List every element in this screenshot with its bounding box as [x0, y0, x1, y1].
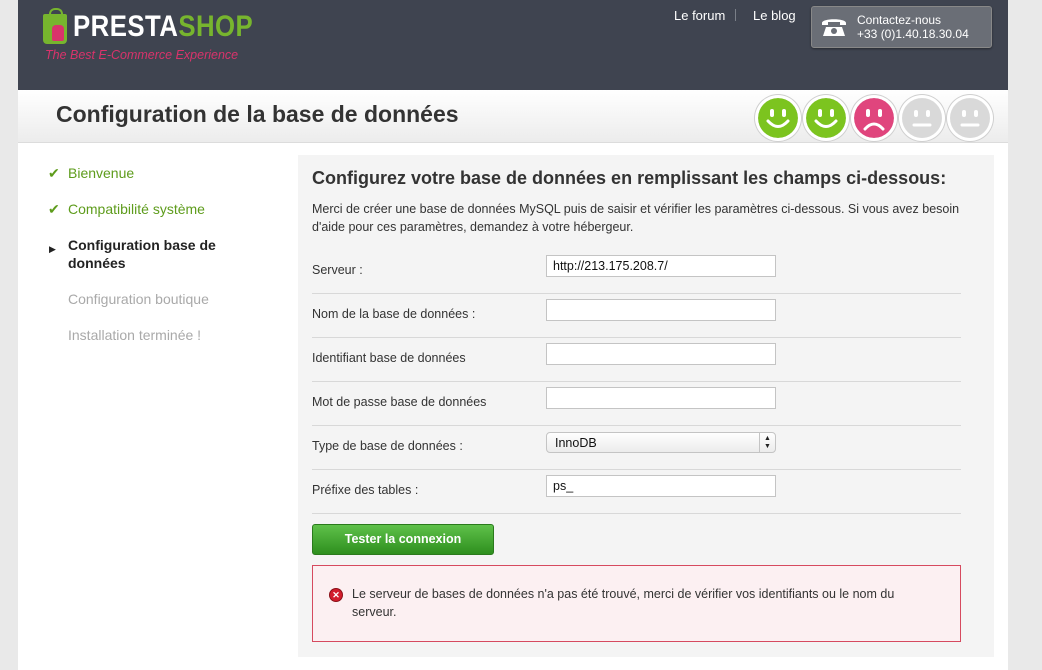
db-name-input[interactable] [546, 299, 776, 321]
table-prefix-row: Préfixe des tables : [312, 469, 961, 514]
server-label: Serveur : [312, 263, 363, 277]
db-type-row: Type de base de données : InnoDB ▲ ▼ [312, 425, 961, 470]
db-type-selected-value: InnoDB [555, 436, 597, 450]
step-label: Bienvenue [68, 165, 135, 181]
panel-description: Merci de créer une base de données MySQL… [312, 202, 960, 234]
table-prefix-input[interactable] [546, 475, 776, 497]
error-message-box: ✕ Le serveur de bases de données n'a pas… [312, 565, 961, 642]
page-title: Configuration de la base de données [56, 101, 459, 127]
checkmark-icon: ✔ [48, 201, 60, 217]
error-message-text: Le serveur de bases de données n'a pas é… [352, 587, 895, 619]
header: PRESTASHOP The Best E-Commerce Experienc… [18, 0, 1008, 90]
nav-link-blog[interactable]: Le blog [753, 8, 796, 23]
db-name-label: Nom de la base de données : [312, 307, 476, 321]
table-prefix-label: Préfixe des tables : [312, 483, 419, 497]
logo-tagline: The Best E-Commerce Experience [45, 48, 239, 62]
db-password-input[interactable] [546, 387, 776, 409]
neutral-face-icon [950, 98, 990, 138]
db-password-row: Mot de passe base de données [312, 381, 961, 426]
contact-button[interactable]: Contactez-nous +33 (0)1.40.18.30.04 [811, 6, 992, 48]
step-label: Compatibilité système [68, 201, 205, 217]
db-name-row: Nom de la base de données : [312, 293, 961, 338]
test-connection-button[interactable]: Tester la connexion [312, 524, 494, 555]
sad-face-icon [854, 98, 894, 138]
select-arrows-icon: ▲ ▼ [759, 433, 775, 452]
checkmark-icon: ✔ [48, 165, 60, 181]
nav-separator [735, 9, 736, 21]
db-user-row: Identifiant base de données [312, 337, 961, 382]
contact-phone-number: +33 (0)1.40.18.30.04 [857, 27, 969, 41]
title-bar: Configuration de la base de données [18, 90, 1008, 143]
current-step-arrow-icon: ▶ [49, 244, 56, 254]
installer-page: PRESTASHOP The Best E-Commerce Experienc… [18, 0, 1008, 670]
database-config-panel: Configurez votre base de données en remp… [298, 155, 994, 657]
server-input[interactable] [546, 255, 776, 277]
db-type-select[interactable]: InnoDB ▲ ▼ [546, 432, 776, 453]
db-user-input[interactable] [546, 343, 776, 365]
step-label: Installation terminée ! [68, 327, 202, 343]
step-label: Configuration boutique [68, 291, 209, 307]
contact-label: Contactez-nous [857, 13, 942, 27]
nav-link-forum[interactable]: Le forum [674, 8, 725, 23]
hand-cursor-icon [52, 25, 64, 41]
db-user-label: Identifiant base de données [312, 351, 466, 365]
logo-wordmark: PRESTASHOP [73, 10, 254, 43]
happy-face-icon [806, 98, 846, 138]
error-icon: ✕ [330, 589, 342, 601]
step-label: Configuration base de données [68, 237, 216, 271]
server-row: Serveur : [312, 249, 961, 294]
telephone-icon [822, 19, 846, 36]
neutral-face-icon [902, 98, 942, 138]
panel-heading: Configurez votre base de données en remp… [312, 168, 947, 188]
prestashop-logo[interactable]: PRESTASHOP The Best E-Commerce Experienc… [43, 8, 273, 70]
happy-face-icon [758, 98, 798, 138]
db-password-label: Mot de passe base de données [312, 395, 487, 409]
db-type-label: Type de base de données : [312, 439, 463, 453]
